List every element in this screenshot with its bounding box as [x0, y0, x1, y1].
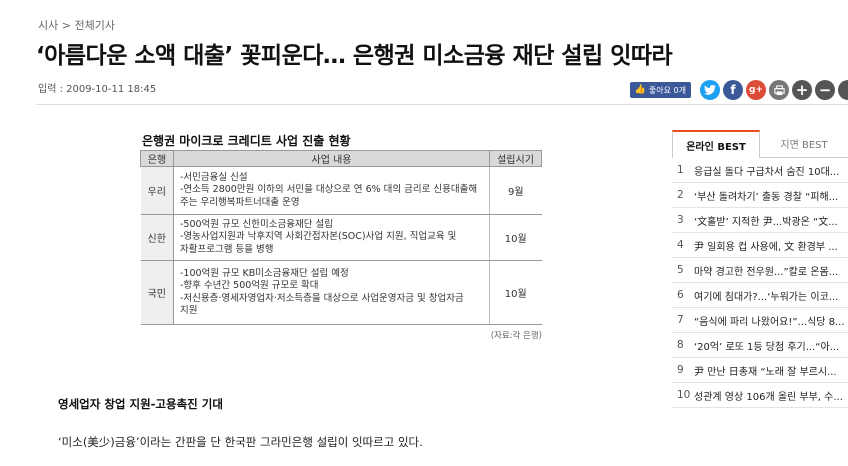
list-item[interactable]: 2 ‘부산 돌려차기’ 출동 경찰 “피해... [672, 183, 848, 208]
list-item[interactable]: 10 성관계 영상 106개 올린 부부, 수... [672, 383, 848, 408]
tab-print-best[interactable]: 지면 BEST [760, 130, 848, 157]
content-line: -100억원 규모 KB미소금융재단 설립 예정 [180, 267, 349, 279]
content-line: -서민금융실 신설 [180, 171, 248, 183]
list-item[interactable]: 4 尹 일회용 컵 사용에, 文 환경부 ... [672, 233, 848, 258]
list-item[interactable]: 8 ‘20억’ 로또 1등 당첨 후기...“아... [672, 333, 848, 358]
list-item[interactable]: 1 응급실 돌다 구급차서 숨진 10대... [672, 158, 848, 183]
content-line: -영농사업지원과 낙후지역 사회간접자본(SOC)사업 지원, 직업교육 및 [180, 231, 457, 243]
rank-title[interactable]: ‘文홀받’ 지적한 尹...박광온 “文... [694, 213, 838, 228]
thumbs-up-icon: 👍 [634, 85, 646, 95]
tab-online-best[interactable]: 온라인 BEST [672, 130, 761, 158]
like-label: 좋아요 0개 [648, 85, 686, 95]
twitter-icon[interactable] [700, 80, 720, 100]
figure-header-date: 설립시기 [489, 150, 542, 167]
article-paragraph: ‘미소(美少)금융’이라는 간판을 단 한국판 그라민은행 설립이 잇따르고 있… [58, 435, 423, 449]
date-cell: 10월 [489, 214, 542, 261]
figure-title: 은행권 마이크로 크레디트 사업 진출 현황 [142, 134, 351, 148]
content-line: 자활프로그램 등을 병행 [180, 243, 274, 255]
table-row: 국민 -100억원 규모 KB미소금융재단 설립 예정 -향후 수년간 500억… [140, 260, 542, 325]
content-line: -저신용층·영세자영업자·저소득층을 대상으로 사업운영자금 및 창업자금 [180, 292, 464, 304]
figure-table: 은행 사업 내용 설립시기 우리 -서민금융실 신설 -연소득 2800만원 이… [140, 150, 542, 325]
bank-cell: 국민 [140, 260, 174, 325]
rank-number: 9 [677, 364, 684, 376]
content-line: -500억원 규모 신한미소금융재단 설립 [180, 218, 333, 230]
breadcrumb-separator: > [61, 19, 71, 32]
header-divider [36, 104, 848, 105]
list-item[interactable]: 6 여기에 침대가?...‘누워가는 이코... [672, 283, 848, 308]
rank-number: 8 [677, 339, 684, 351]
rank-number: 3 [677, 214, 684, 226]
figure-header-content: 사업 내용 [173, 150, 490, 167]
breadcrumb-section[interactable]: 시사 [38, 19, 58, 32]
best-list: 1 응급실 돌다 구급차서 숨진 10대... 2 ‘부산 돌려차기’ 출동 경찰 … [672, 158, 848, 408]
content-line: 주는 우리행복파트너대출 운영 [180, 196, 300, 208]
content-cell: -500억원 규모 신한미소금융재단 설립 -영농사업지원과 낙후지역 사회간접… [173, 214, 490, 261]
rank-title[interactable]: 마약 경고한 전우원...”칼로 온몸... [694, 263, 838, 278]
content-line: -향후 수년간 500억원 규모로 확대 [180, 280, 319, 291]
rank-title[interactable]: 尹 만난 日총재 “노래 잘 부르시... [694, 363, 837, 378]
rank-title[interactable]: ‘20억’ 로또 1등 당첨 후기...“아... [694, 338, 839, 353]
rank-number: 10 [677, 389, 691, 401]
article-headline: ‘아름다운 소액 대출’ 꽃피운다… 은행권 미소금융 재단 설립 잇따라 [36, 43, 673, 69]
breadcrumb: 시사 > 전체기사 [38, 17, 115, 33]
list-item[interactable]: 9 尹 만난 日총재 “노래 잘 부르시... [672, 358, 848, 383]
rank-number: 4 [677, 239, 684, 251]
rank-number: 7 [677, 314, 684, 326]
more-share-icon[interactable] [838, 80, 848, 100]
content-cell: -100억원 규모 KB미소금융재단 설립 예정 -향후 수년간 500억원 규… [173, 260, 490, 325]
date-cell: 9월 [489, 166, 542, 215]
rank-number: 2 [677, 189, 684, 201]
bank-cell: 우리 [140, 166, 174, 215]
content-line: -연소득 2800만원 이하의 서민을 대상으로 연 6% 대의 금리로 신용대… [180, 184, 478, 196]
rank-title[interactable]: 응급실 돌다 구급차서 숨진 10대... [694, 163, 839, 178]
article-subheading: 영세업자 창업 지원-고용촉진 기대 [58, 397, 223, 411]
content-line: 지원 [180, 305, 198, 316]
rank-title[interactable]: 성관계 영상 106개 올린 부부, 수... [694, 388, 843, 403]
figure-header-bank: 은행 [140, 150, 174, 167]
article-figure: 은행권 마이크로 크레디트 사업 진출 현황 은행 사업 내용 설립시기 우리 … [140, 132, 542, 341]
rank-title[interactable]: 尹 일회용 컵 사용에, 文 환경부 ... [694, 238, 838, 253]
rank-number: 1 [677, 164, 684, 176]
best-tabs: 온라인 BEST 지면 BEST [672, 130, 848, 158]
table-row: 우리 -서민금융실 신설 -연소득 2800만원 이하의 서민을 대상으로 연 … [140, 166, 542, 215]
rank-title[interactable]: 여기에 침대가?...‘누워가는 이코... [694, 288, 838, 303]
print-icon[interactable] [769, 80, 789, 100]
list-item[interactable]: 5 마약 경고한 전우원...”칼로 온몸... [672, 258, 848, 283]
font-increase-icon[interactable]: + [792, 80, 812, 100]
facebook-like-button[interactable]: 👍 좋아요 0개 [629, 82, 691, 98]
table-row: 신한 -500억원 규모 신한미소금융재단 설립 -영농사업지원과 낙후지역 사… [140, 214, 542, 261]
article-date: 입력 : 2009-10-11 18:45 [38, 84, 157, 95]
best-articles-sidebar: 온라인 BEST 지면 BEST 1 응급실 돌다 구급차서 숨진 10대... … [672, 130, 848, 408]
share-toolbar: 👍 좋아요 0개 f g+ + − [629, 78, 848, 102]
font-decrease-icon[interactable]: − [815, 80, 835, 100]
breadcrumb-category[interactable]: 전체기사 [74, 19, 114, 32]
rank-title[interactable]: ‘부산 돌려차기’ 출동 경찰 “피해... [694, 188, 838, 203]
rank-number: 6 [677, 289, 684, 301]
figure-source: (자료:각 은행) [490, 331, 542, 341]
rank-number: 5 [677, 264, 684, 276]
content-cell: -서민금융실 신설 -연소득 2800만원 이하의 서민을 대상으로 연 6% … [173, 166, 490, 215]
list-item[interactable]: 3 ‘文홀받’ 지적한 尹...박광온 “文... [672, 208, 848, 233]
list-item[interactable]: 7 “음식에 파리 나왔어요!”...식당 8... [672, 308, 848, 333]
google-plus-icon[interactable]: g+ [746, 80, 766, 100]
rank-title[interactable]: “음식에 파리 나왔어요!”...식당 8... [694, 313, 845, 328]
date-cell: 10월 [489, 260, 542, 325]
bank-cell: 신한 [140, 214, 174, 261]
facebook-icon[interactable]: f [723, 80, 743, 100]
